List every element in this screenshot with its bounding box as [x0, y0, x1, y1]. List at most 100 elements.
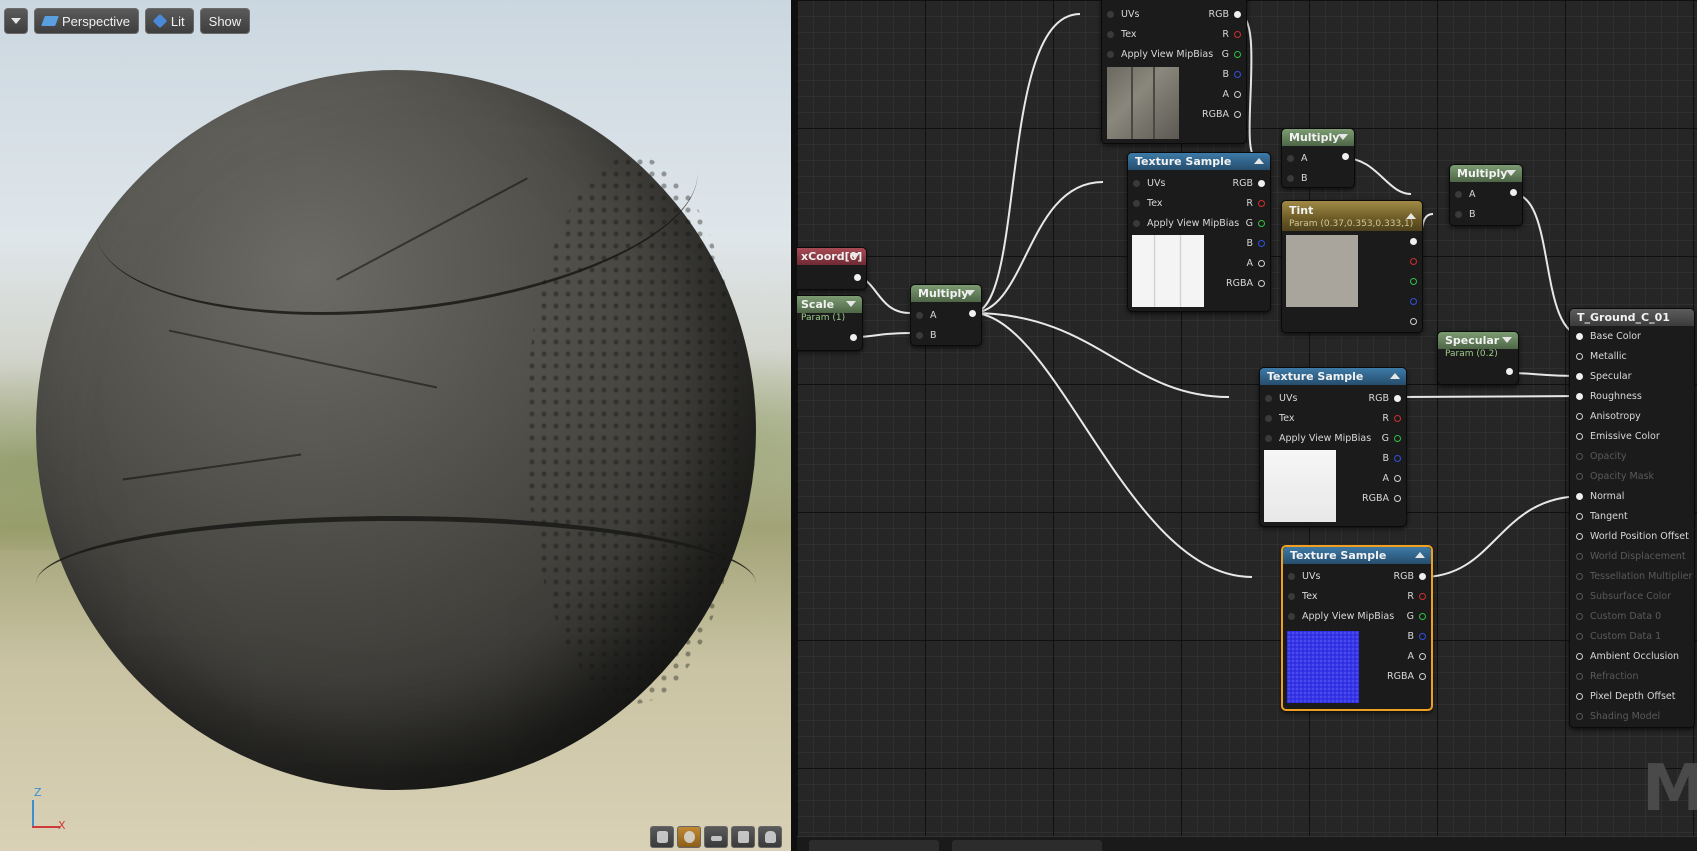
tex-base-g-out[interactable]: G — [1246, 218, 1265, 229]
tex-rough-tex-pin[interactable]: Tex — [1265, 413, 1295, 424]
tex-rough-rgb-out[interactable]: RGB — [1369, 393, 1401, 404]
multiply-uv-input-b[interactable]: B — [916, 330, 937, 341]
scale-output-pin[interactable] — [845, 334, 857, 341]
tab[interactable] — [952, 840, 1102, 851]
preview-sphere[interactable] — [36, 60, 756, 790]
texcoord-node[interactable]: xCoord[0] — [797, 247, 867, 290]
plane-icon[interactable] — [704, 826, 728, 848]
lit-button[interactable]: Lit — [144, 8, 194, 34]
collapse-icon[interactable] — [965, 290, 975, 296]
tab[interactable] — [809, 840, 939, 851]
tex-base-a-out[interactable]: A — [1247, 258, 1265, 269]
collapse-icon[interactable] — [1338, 134, 1348, 140]
collapse-icon[interactable] — [1415, 552, 1425, 558]
tint-g-out[interactable] — [1405, 278, 1417, 285]
material-input-pin[interactable]: Ambient Occlusion — [1576, 651, 1679, 662]
material-input-pin[interactable]: Specular — [1576, 371, 1632, 382]
tex-normal-g-out[interactable]: G — [1407, 611, 1426, 622]
tex-base-b-out[interactable]: B — [1246, 238, 1265, 249]
material-input-pin[interactable]: Base Color — [1576, 331, 1641, 342]
tex-top-r-out[interactable]: R — [1222, 29, 1241, 40]
tex-rough-r-out[interactable]: R — [1382, 413, 1401, 424]
specular-param-node[interactable]: Specular Param (0.2) — [1437, 331, 1519, 385]
tex-base-r-out[interactable]: R — [1246, 198, 1265, 209]
material-graph[interactable]: xCoord[0] Scale Param (1) Multiply A B U… — [797, 0, 1697, 851]
multiply-tint-node[interactable]: Multiply A B — [1449, 164, 1523, 226]
multiply-uv-input-a[interactable]: A — [916, 310, 937, 321]
tint-b-out[interactable] — [1405, 298, 1417, 305]
collapse-icon[interactable] — [846, 301, 856, 307]
material-input-pin[interactable]: Emissive Color — [1576, 431, 1660, 442]
texcoord-output-pin[interactable] — [849, 274, 861, 281]
tex-top-uvs-pin[interactable]: UVs — [1107, 9, 1139, 20]
multiply-1-output[interactable] — [1337, 153, 1349, 160]
collapse-icon[interactable] — [850, 253, 860, 259]
tex-base-rgba-out[interactable]: RGBA — [1226, 278, 1265, 289]
tex-rough-rgba-out[interactable]: RGBA — [1362, 493, 1401, 504]
sphere-icon[interactable] — [677, 826, 701, 848]
material-output-node[interactable]: T_Ground_C_01 Base Color Metallic Specular… — [1569, 308, 1695, 728]
tex-normal-tex-pin[interactable]: Tex — [1288, 591, 1318, 602]
tex-normal-a-out[interactable]: A — [1408, 651, 1426, 662]
tex-normal-uvs-pin[interactable]: UVs — [1288, 571, 1320, 582]
tex-rough-uvs-pin[interactable]: UVs — [1265, 393, 1297, 404]
tex-top-rgb-out[interactable]: RGB — [1209, 9, 1241, 20]
specular-output[interactable] — [1501, 368, 1513, 375]
material-input-pin[interactable]: World Position Offset — [1576, 531, 1689, 542]
multiply-2-input-b[interactable]: B — [1455, 209, 1476, 220]
multiply-1-input-a[interactable]: A — [1287, 153, 1308, 164]
tex-normal-rgb-out[interactable]: RGB — [1394, 571, 1426, 582]
viewport-options-button[interactable] — [4, 8, 28, 34]
tex-top-rgba-out[interactable]: RGBA — [1202, 109, 1241, 120]
collapse-icon[interactable] — [1390, 373, 1400, 379]
material-input-pin[interactable]: Roughness — [1576, 391, 1642, 402]
tint-r-out[interactable] — [1405, 258, 1417, 265]
cylinder-icon[interactable] — [650, 826, 674, 848]
tex-normal-mipbias-pin[interactable]: Apply View MipBias — [1288, 611, 1394, 622]
show-button[interactable]: Show — [199, 8, 251, 34]
cube-icon[interactable] — [731, 826, 755, 848]
texture-sample-base-node[interactable]: Texture Sample UVs Tex Apply View MipBia… — [1127, 152, 1271, 312]
tex-top-a-out[interactable]: A — [1223, 89, 1241, 100]
material-input-pin[interactable]: Normal — [1576, 491, 1624, 502]
scale-param-node[interactable]: Scale Param (1) — [797, 295, 863, 351]
tint-vector-param-node[interactable]: Tint Param (0.37,0.353,0.333,1) — [1281, 200, 1423, 333]
tex-top-b-out[interactable]: B — [1222, 69, 1241, 80]
perspective-button[interactable]: Perspective — [34, 8, 139, 34]
material-input-pin[interactable]: Anisotropy — [1576, 411, 1641, 422]
tex-top-tex-pin[interactable]: Tex — [1107, 29, 1137, 40]
material-preview-viewport[interactable]: Perspective Lit Show Z X — [0, 0, 791, 851]
tex-base-tex-pin[interactable]: Tex — [1133, 198, 1163, 209]
texture-sample-top-node[interactable]: UVs Tex Apply View MipBias RGB R G B A R… — [1101, 0, 1247, 144]
tex-base-rgb-out[interactable]: RGB — [1233, 178, 1265, 189]
tint-rgb-out[interactable] — [1405, 238, 1417, 245]
collapse-icon[interactable] — [1254, 158, 1264, 164]
material-input-pin[interactable]: Metallic — [1576, 351, 1627, 362]
tex-rough-b-out[interactable]: B — [1382, 453, 1401, 464]
collapse-icon[interactable] — [1506, 170, 1516, 176]
multiply-basecolor-node[interactable]: Multiply A B — [1281, 128, 1355, 188]
multiply-uv-node[interactable]: Multiply A B — [910, 284, 982, 346]
collapse-icon[interactable] — [1406, 213, 1416, 219]
multiply-1-input-b[interactable]: B — [1287, 173, 1308, 184]
multiply-2-output[interactable] — [1505, 189, 1517, 196]
collapse-icon[interactable] — [1502, 337, 1512, 343]
tex-normal-rgba-out[interactable]: RGBA — [1387, 671, 1426, 682]
texture-sample-normal-node[interactable]: Texture Sample UVs Tex Apply View MipBia… — [1281, 545, 1433, 711]
material-input-pin[interactable]: Pixel Depth Offset — [1576, 691, 1676, 702]
material-input-pin[interactable]: Tangent — [1576, 511, 1628, 522]
tex-normal-b-out[interactable]: B — [1407, 631, 1426, 642]
tex-rough-mipbias-pin[interactable]: Apply View MipBias — [1265, 433, 1371, 444]
tex-base-uvs-pin[interactable]: UVs — [1133, 178, 1165, 189]
multiply-2-input-a[interactable]: A — [1455, 189, 1476, 200]
teapot-icon[interactable] — [758, 826, 782, 848]
tex-base-mipbias-pin[interactable]: Apply View MipBias — [1133, 218, 1239, 229]
tint-a-out[interactable] — [1405, 318, 1417, 325]
tex-rough-a-out[interactable]: A — [1383, 473, 1401, 484]
texture-sample-roughness-node[interactable]: Texture Sample UVs Tex Apply View MipBia… — [1259, 367, 1407, 527]
tex-rough-g-out[interactable]: G — [1382, 433, 1401, 444]
tex-normal-r-out[interactable]: R — [1407, 591, 1426, 602]
tex-top-mipbias-pin[interactable]: Apply View MipBias — [1107, 49, 1213, 60]
tex-top-g-out[interactable]: G — [1222, 49, 1241, 60]
multiply-uv-output[interactable] — [964, 310, 976, 317]
